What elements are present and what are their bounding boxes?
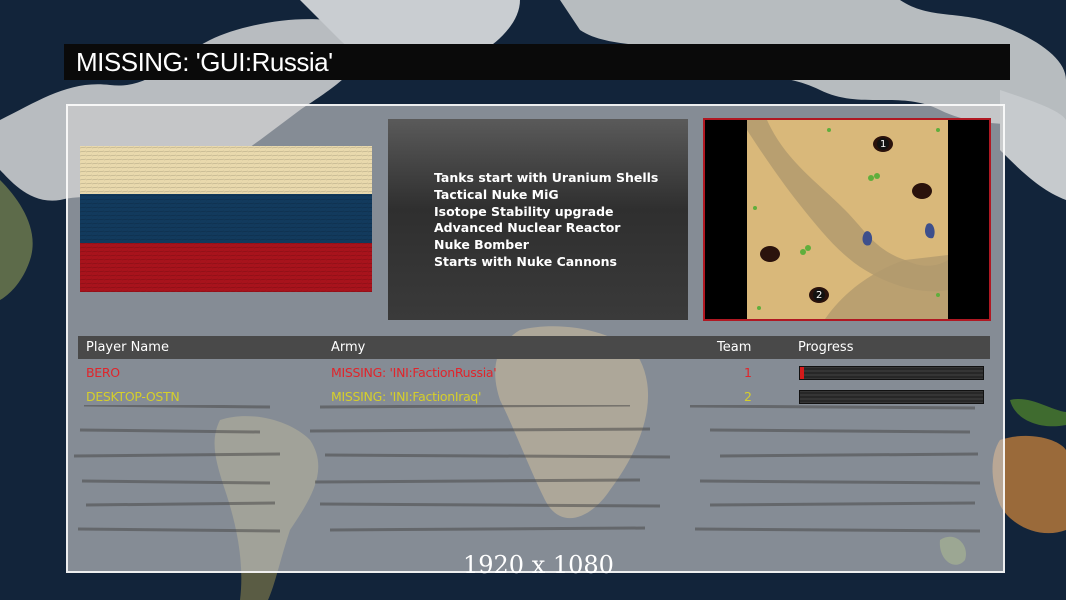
player-table-header: Player Name Army Team Progress bbox=[78, 336, 990, 359]
map-terrain bbox=[705, 120, 989, 319]
bonus-list: Tanks start with Uranium Shells Tactical… bbox=[434, 170, 658, 271]
header-team: Team bbox=[717, 340, 752, 355]
start-position-1[interactable]: 1 bbox=[880, 139, 886, 150]
progress-bar bbox=[799, 390, 984, 404]
screen-title: MISSING: 'GUI:Russia' bbox=[76, 47, 333, 77]
progress-bar bbox=[799, 366, 984, 380]
bonus-item: Nuke Bomber bbox=[434, 237, 529, 253]
progress-fill bbox=[800, 367, 804, 379]
title-bar: MISSING: 'GUI:Russia' bbox=[64, 44, 1010, 80]
header-progress: Progress bbox=[798, 340, 854, 355]
player-army: MISSING: 'INI:FactionRussia' bbox=[331, 365, 497, 380]
player-team: 2 bbox=[744, 389, 752, 404]
player-name: DESKTOP-OSTN bbox=[86, 389, 180, 404]
header-army: Army bbox=[331, 340, 366, 355]
header-player-name: Player Name bbox=[86, 340, 169, 355]
player-army: MISSING: 'INI:FactionIraq' bbox=[331, 389, 482, 404]
player-name: BERO bbox=[86, 365, 120, 380]
start-position-2[interactable]: 2 bbox=[816, 290, 822, 301]
bonus-item: Starts with Nuke Cannons bbox=[434, 253, 617, 269]
player-row: BERO MISSING: 'INI:FactionRussia' 1 bbox=[78, 362, 990, 384]
bonus-item: Isotope Stability upgrade bbox=[434, 203, 614, 219]
russia-flag-icon bbox=[80, 146, 372, 292]
player-team: 1 bbox=[744, 365, 752, 380]
empty-player-slots bbox=[73, 405, 981, 533]
bonus-item: Tanks start with Uranium Shells bbox=[434, 170, 659, 185]
map-preview[interactable]: 1 2 bbox=[703, 118, 991, 321]
faction-bonus-panel: Tanks start with Uranium Shells Tactical… bbox=[388, 119, 688, 320]
bonus-item: Advanced Nuclear Reactor bbox=[434, 220, 621, 236]
bonus-item: Tactical Nuke MiG bbox=[434, 186, 559, 202]
resolution-label: 1920 x 1080 bbox=[463, 551, 614, 579]
